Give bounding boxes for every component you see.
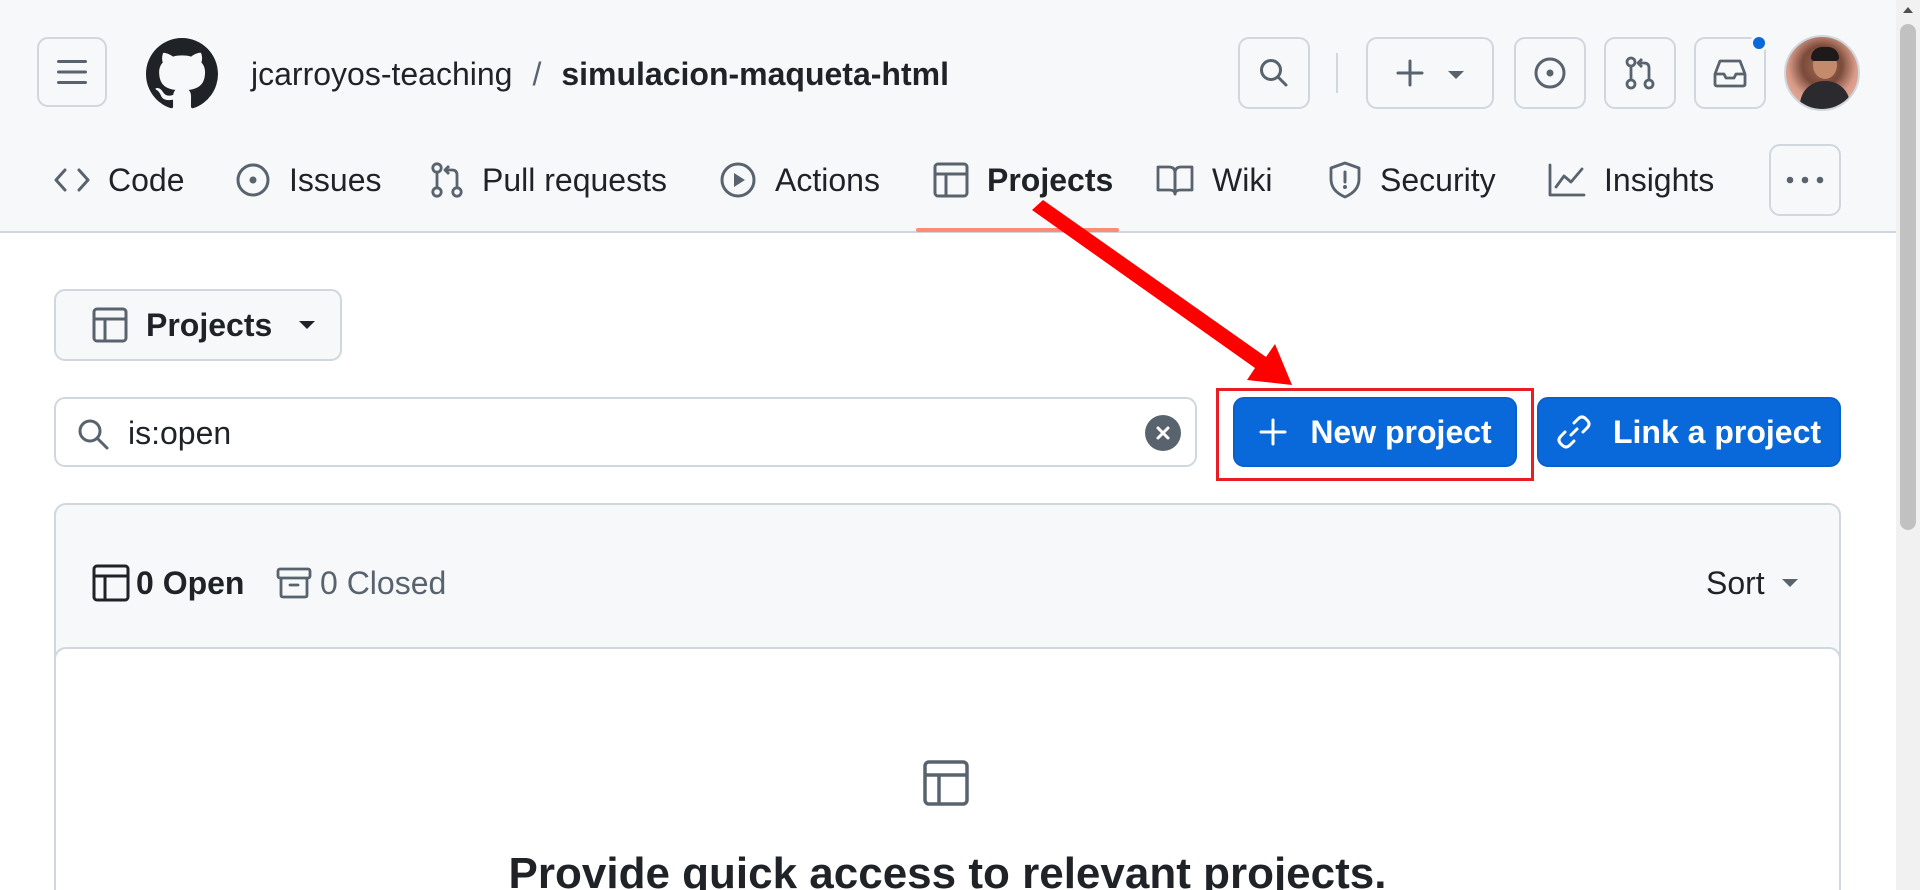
code-icon: [54, 168, 90, 192]
tab-insights[interactable]: Insights: [1548, 152, 1714, 208]
triangle-down-icon: [1448, 71, 1464, 79]
table-icon: [933, 162, 969, 198]
git-pull-request-icon: [1625, 56, 1655, 90]
projects-search-field: [54, 397, 1197, 467]
projects-list-header: 0 Open 0 Closed Sort: [56, 505, 1839, 647]
create-new-button[interactable]: [1366, 37, 1494, 109]
open-count-label: 0 Open: [136, 564, 245, 601]
archive-icon: [276, 567, 312, 599]
tab-issues[interactable]: Issues: [235, 152, 381, 208]
tab-actions[interactable]: Actions: [719, 152, 880, 208]
projects-dropdown-label: Projects: [146, 306, 273, 343]
tab-insights-label: Insights: [1604, 161, 1715, 198]
sort-label: Sort: [1706, 564, 1765, 601]
tab-issues-label: Issues: [289, 161, 382, 198]
repo-owner-link[interactable]: jcarroyos-teaching: [251, 56, 512, 93]
blankslate-title: Provide quick access to relevant project…: [508, 849, 1387, 890]
tab-security[interactable]: Security: [1328, 152, 1496, 208]
tab-projects-label: Projects: [987, 161, 1114, 198]
pull-requests-button[interactable]: [1604, 37, 1676, 109]
inbox-icon: [1713, 59, 1747, 88]
graph-icon: [1548, 163, 1586, 197]
projects-blankslate: Provide quick access to relevant project…: [54, 647, 1841, 890]
github-logo-icon[interactable]: [146, 38, 218, 110]
tab-security-label: Security: [1380, 161, 1496, 198]
triangle-down-icon: [299, 321, 316, 329]
projects-search-input[interactable]: [128, 409, 1128, 457]
triangle-down-icon: [1781, 579, 1798, 587]
highlight-box: [1216, 388, 1534, 481]
play-icon: [720, 162, 756, 198]
link-icon: [1557, 415, 1591, 449]
search-button[interactable]: [1238, 37, 1310, 109]
tab-wiki[interactable]: Wiki: [1156, 152, 1272, 208]
open-projects-filter[interactable]: 0 Open: [92, 559, 244, 607]
search-icon: [1260, 59, 1288, 87]
table-icon: [923, 760, 969, 806]
tab-code-label: Code: [108, 161, 185, 198]
selected-tab-indicator: [916, 228, 1119, 232]
table-icon: [92, 564, 130, 602]
issue-opened-icon: [236, 163, 270, 197]
breadcrumb: jcarroyos-teaching / simulacion-maqueta-…: [251, 52, 949, 96]
scroll-up-arrow-icon[interactable]: [1902, 6, 1914, 14]
search-icon: [78, 419, 109, 450]
tab-projects[interactable]: Projects: [933, 152, 1113, 208]
tab-pull-requests-label: Pull requests: [482, 161, 667, 198]
x-icon: [1156, 426, 1170, 440]
projects-type-dropdown[interactable]: Projects: [54, 289, 342, 361]
link-project-label: Link a project: [1612, 413, 1822, 450]
closed-projects-filter[interactable]: 0 Closed: [276, 559, 446, 607]
scrollbar-thumb[interactable]: [1900, 24, 1916, 530]
avatar-figure-body: [1800, 81, 1850, 109]
clear-search-button[interactable]: [1145, 415, 1181, 451]
link-project-button[interactable]: Link a project: [1537, 397, 1841, 467]
tab-wiki-label: Wiki: [1212, 161, 1273, 198]
closed-count-label: 0 Closed: [320, 564, 447, 601]
projects-list-panel: 0 Open 0 Closed Sort Provide quick acces…: [54, 503, 1841, 890]
avatar[interactable]: [1784, 35, 1860, 111]
issue-opened-icon: [1534, 57, 1566, 89]
breadcrumb-separator: /: [532, 55, 542, 92]
table-icon: [92, 307, 128, 343]
unread-indicator: [1750, 34, 1768, 52]
kebab-horizontal-icon: [1786, 176, 1824, 184]
git-pull-request-icon: [431, 162, 463, 198]
plus-icon: [1396, 59, 1424, 87]
avatar-figure-hair: [1811, 47, 1839, 61]
tab-actions-label: Actions: [775, 161, 880, 198]
more-tabs-button[interactable]: [1769, 144, 1841, 216]
page-scrollbar[interactable]: [1896, 0, 1920, 890]
tab-pull-requests[interactable]: Pull requests: [430, 152, 667, 208]
header-divider: [1336, 53, 1338, 93]
shield-icon: [1329, 161, 1361, 199]
book-icon: [1156, 165, 1194, 196]
issues-button[interactable]: [1514, 37, 1586, 109]
tab-code[interactable]: Code: [54, 152, 185, 208]
repo-header: jcarroyos-teaching / simulacion-maqueta-…: [0, 0, 1896, 233]
sort-dropdown[interactable]: Sort: [1706, 559, 1799, 607]
global-menu-button[interactable]: [37, 37, 107, 107]
menu-icon: [57, 60, 87, 84]
repo-name-link[interactable]: simulacion-maqueta-html: [561, 56, 949, 93]
